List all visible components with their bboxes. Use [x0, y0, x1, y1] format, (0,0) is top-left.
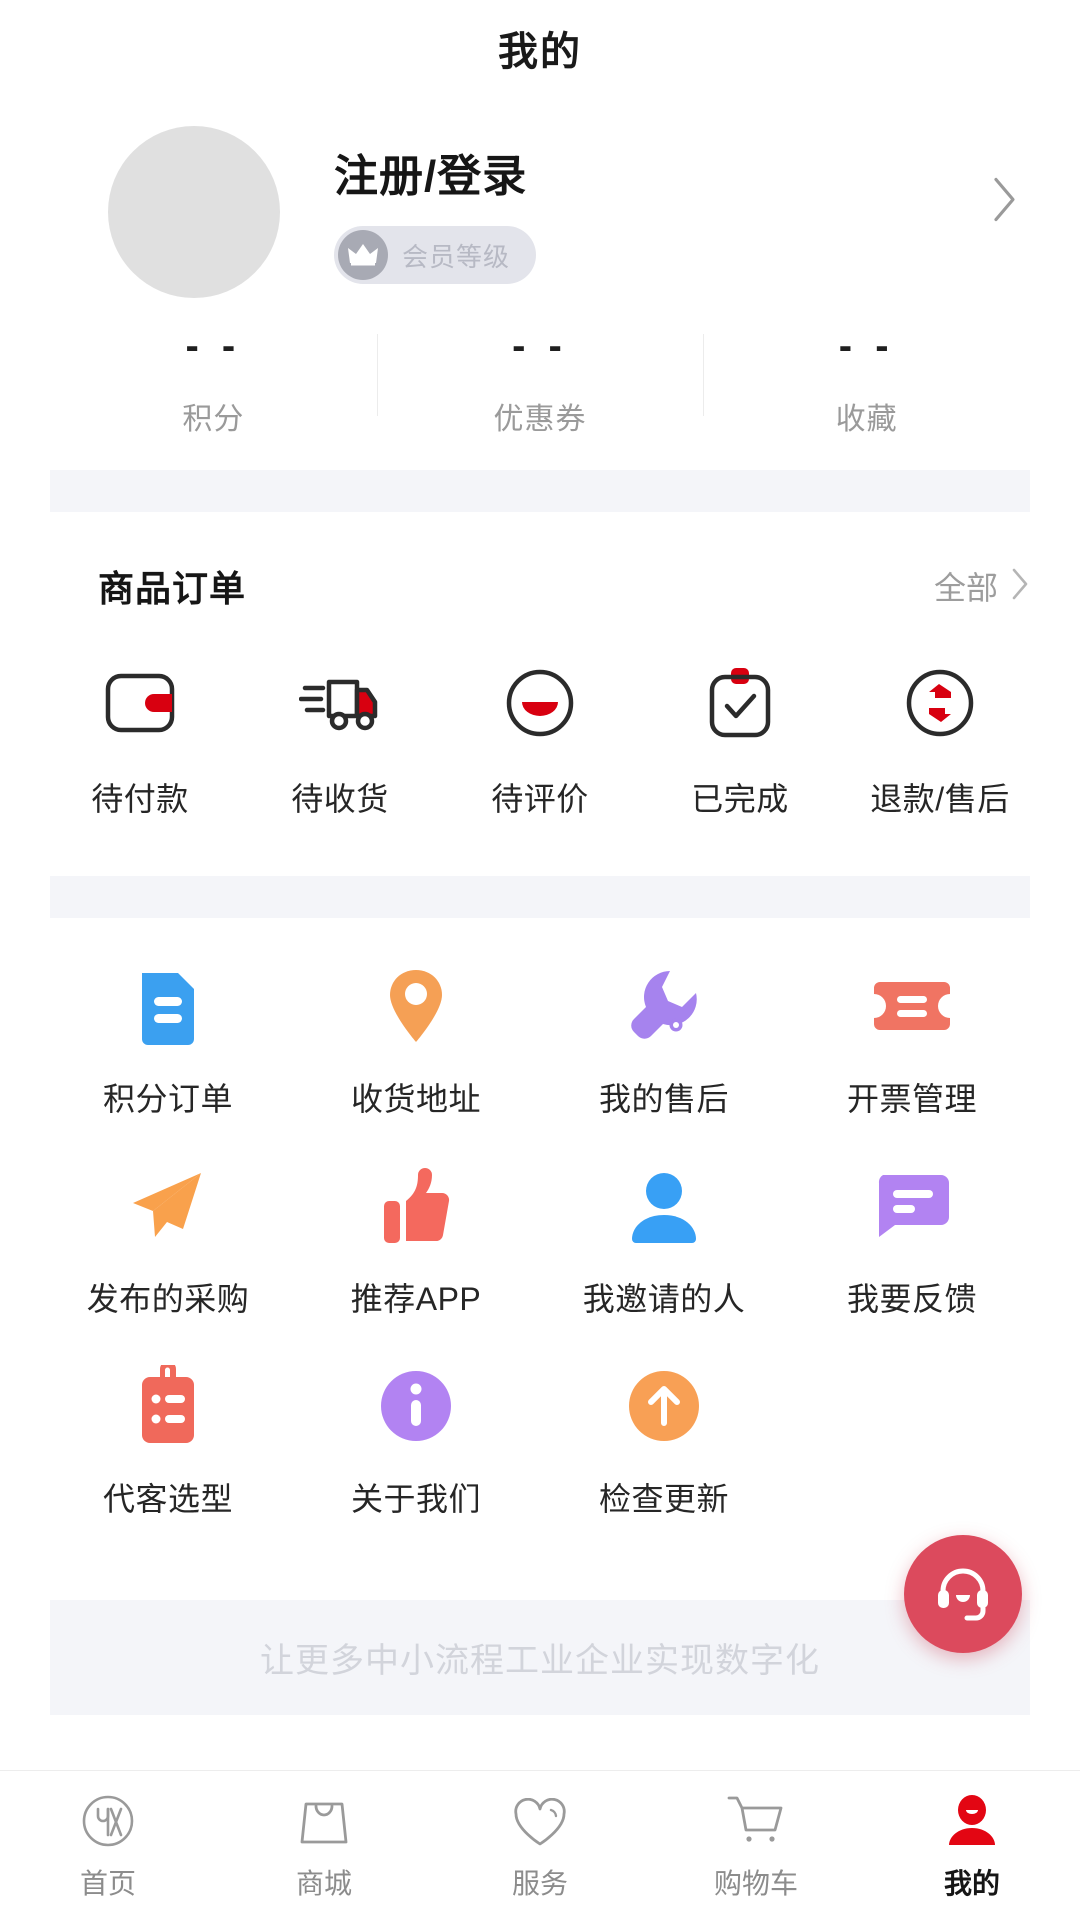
tab-label: 商城 — [295, 1867, 352, 1899]
customer-service-button[interactable] — [904, 1535, 1022, 1653]
order-status-label: 待付款 — [91, 781, 189, 817]
slogan-text: 让更多中小流程工业企业实现数字化 — [260, 1642, 820, 1680]
menu-item-label: 发布的采购 — [86, 1281, 250, 1317]
menu-item-label: 代客选型 — [102, 1481, 233, 1517]
menu-item-recommend-app[interactable]: 推荐APP — [292, 1164, 540, 1320]
section-divider-band — [50, 470, 1030, 512]
comment-circle-icon — [505, 666, 575, 740]
stat-label: 积分 — [182, 403, 245, 436]
order-status-pending-receipt[interactable]: 待收货 — [240, 666, 440, 820]
profile-text: 注册/登录 会员等级 — [334, 140, 1032, 284]
tab-home[interactable]: 首页 — [0, 1790, 216, 1902]
wrench-icon — [626, 964, 702, 1048]
menu-item-about-us[interactable]: 关于我们 — [292, 1364, 540, 1520]
menu-item-published-purchase[interactable]: 发布的采购 — [44, 1164, 292, 1320]
order-status-pending-payment[interactable]: 待付款 — [40, 666, 240, 820]
section-divider-band-2 — [50, 876, 1030, 918]
stat-item-favorites[interactable]: - - 收藏 — [703, 308, 1030, 456]
refund-exchange-icon — [905, 666, 975, 740]
tab-cart[interactable]: 购物车 — [648, 1790, 864, 1902]
menu-item-label: 我要反馈 — [846, 1281, 977, 1317]
headset-icon — [933, 1562, 993, 1627]
menu-item-label: 收货地址 — [350, 1081, 481, 1117]
menu-item-feedback[interactable]: 我要反馈 — [788, 1164, 1036, 1320]
stat-item-points[interactable]: - - 积分 — [50, 308, 377, 456]
order-status-label: 已完成 — [691, 781, 789, 817]
document-icon — [136, 964, 200, 1048]
delivery-truck-icon — [299, 666, 381, 740]
page-header: 我的 — [0, 0, 1080, 96]
tab-label: 我的 — [943, 1867, 1000, 1899]
tab-service[interactable]: 服务 — [432, 1790, 648, 1902]
menu-item-check-update[interactable]: 检查更新 — [540, 1364, 788, 1520]
menu-grid: 积分订单 收货地址 我的售后 开票管理 发布的采购 推荐APP 我邀请的人 我要… — [0, 918, 1080, 1520]
orders-title: 商品订单 — [98, 568, 247, 609]
menu-item-points-order[interactable]: 积分订单 — [44, 964, 292, 1120]
crown-icon — [338, 230, 388, 280]
tab-label: 购物车 — [713, 1867, 798, 1899]
speech-bubble-icon — [873, 1164, 951, 1248]
menu-item-invited-people[interactable]: 我邀请的人 — [540, 1164, 788, 1320]
stat-value: - - — [838, 324, 895, 368]
menu-item-label: 我的售后 — [598, 1081, 729, 1117]
login-register-label[interactable]: 注册/登录 — [334, 140, 1032, 204]
stats-row: - - 积分 - - 优惠券 - - 收藏 — [0, 308, 1080, 456]
tab-mall[interactable]: 商城 — [216, 1790, 432, 1902]
stat-value: - - — [185, 324, 242, 368]
arrow-up-circle-icon — [627, 1364, 701, 1448]
member-level-badge[interactable]: 会员等级 — [334, 226, 537, 284]
menu-item-proxy-selection[interactable]: 代客选型 — [44, 1364, 292, 1520]
orders-view-all-button[interactable]: 全部 — [934, 563, 1030, 609]
chevron-right-icon — [1010, 567, 1030, 606]
avatar[interactable] — [108, 126, 280, 298]
menu-item-my-aftersale[interactable]: 我的售后 — [540, 964, 788, 1120]
menu-item-label: 开票管理 — [846, 1081, 977, 1117]
thumbs-up-icon — [382, 1164, 450, 1248]
heart-icon — [513, 1790, 567, 1848]
home-instrument-icon — [81, 1790, 135, 1848]
tab-label: 服务 — [511, 1867, 568, 1899]
orders-section-header: 商品订单 全部 — [0, 512, 1080, 612]
person-filled-icon — [947, 1790, 997, 1848]
orders-view-all-label: 全部 — [933, 570, 998, 606]
tab-mine[interactable]: 我的 — [864, 1790, 1080, 1902]
menu-item-label: 我邀请的人 — [582, 1281, 746, 1317]
order-status-label: 待收货 — [291, 781, 389, 817]
paper-plane-icon — [127, 1164, 209, 1248]
profile-section[interactable]: 注册/登录 会员等级 — [0, 96, 1080, 308]
menu-item-label: 关于我们 — [350, 1481, 481, 1517]
clipboard-check-icon — [705, 666, 775, 740]
cart-icon — [727, 1790, 785, 1848]
info-circle-icon — [379, 1364, 453, 1448]
stat-item-coupons[interactable]: - - 优惠券 — [376, 308, 704, 456]
stat-value: - - — [512, 324, 568, 368]
tab-label: 首页 — [79, 1867, 136, 1899]
menu-item-label: 积分订单 — [102, 1081, 233, 1117]
clipboard-list-icon — [136, 1364, 200, 1448]
order-status-label: 待评价 — [491, 781, 589, 817]
member-level-label: 会员等级 — [402, 241, 511, 272]
order-status-label: 退款/售后 — [870, 781, 1010, 817]
bottom-tab-bar: 首页 商城 服务 购物车 我的 — [0, 1770, 1080, 1920]
slogan-band: 让更多中小流程工业企业实现数字化 — [50, 1600, 1030, 1715]
order-status-row: 待付款 待收货 待评价 已完成 退款/售后 — [0, 612, 1080, 820]
person-icon — [628, 1164, 700, 1248]
ticket-icon — [872, 964, 952, 1048]
order-status-pending-review[interactable]: 待评价 — [440, 666, 640, 820]
menu-item-label: 推荐APP — [350, 1281, 482, 1317]
map-pin-icon — [386, 964, 446, 1048]
chevron-right-icon[interactable] — [992, 177, 1018, 228]
menu-item-invoice-management[interactable]: 开票管理 — [788, 964, 1036, 1120]
stat-label: 优惠券 — [493, 403, 587, 436]
order-status-refund-aftersale[interactable]: 退款/售后 — [840, 666, 1040, 820]
wallet-icon — [104, 666, 176, 740]
menu-item-shipping-address[interactable]: 收货地址 — [292, 964, 540, 1120]
page-title: 我的 — [498, 30, 582, 74]
shopping-bag-icon — [300, 1790, 348, 1848]
order-status-completed[interactable]: 已完成 — [640, 666, 840, 820]
stat-label: 收藏 — [835, 403, 898, 436]
menu-item-label: 检查更新 — [598, 1481, 729, 1517]
